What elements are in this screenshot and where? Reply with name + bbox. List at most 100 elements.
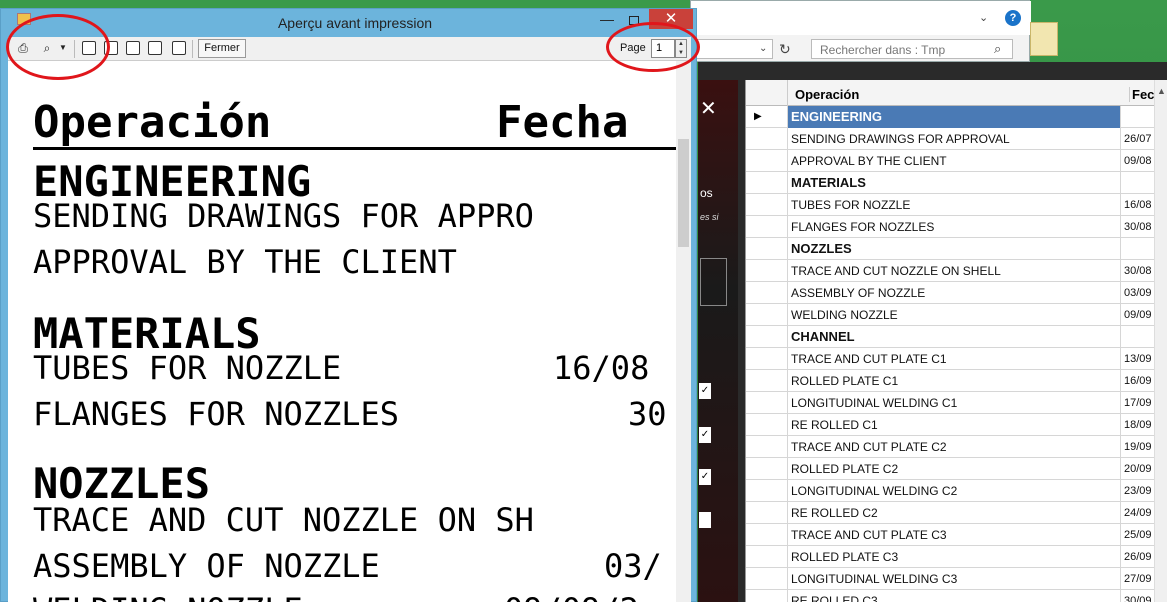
cell-operation[interactable]: NOZZLES [788, 238, 1121, 260]
table-row[interactable]: FLANGES FOR NOZZLES 30/08 [746, 216, 1154, 238]
row-selector[interactable]: ▶ [746, 106, 788, 128]
cell-operation[interactable]: RE ROLLED C3 [788, 590, 1121, 602]
table-row[interactable]: TUBES FOR NOZZLE 16/08 [746, 194, 1154, 216]
cell-date[interactable] [1121, 172, 1154, 194]
six-pages-icon[interactable] [172, 41, 186, 55]
table-row[interactable]: RE ROLLED C1 18/09 [746, 414, 1154, 436]
cell-date[interactable] [1121, 106, 1154, 128]
cell-date[interactable]: 27/09 [1121, 568, 1154, 590]
cell-operation[interactable]: ROLLED PLATE C3 [788, 546, 1121, 568]
checkbox[interactable]: ✓ [699, 469, 711, 485]
cell-operation[interactable]: SENDING DRAWINGS FOR APPROVAL [788, 128, 1121, 150]
cell-operation[interactable]: MATERIALS [788, 172, 1121, 194]
row-selector[interactable] [746, 238, 788, 260]
table-row[interactable]: ROLLED PLATE C3 26/09 [746, 546, 1154, 568]
table-row[interactable]: WELDING NOZZLE 09/09 [746, 304, 1154, 326]
cell-date[interactable]: 30/08 [1121, 260, 1154, 282]
table-row[interactable]: TRACE AND CUT PLATE C2 19/09 [746, 436, 1154, 458]
scroll-up-icon[interactable]: ▲ [1157, 86, 1166, 96]
cell-date[interactable] [1121, 326, 1154, 348]
checkbox[interactable] [699, 512, 711, 528]
checkbox[interactable]: ✓ [699, 383, 711, 399]
background-app-button[interactable] [700, 258, 727, 306]
cell-operation[interactable]: LONGITUDINAL WELDING C1 [788, 392, 1121, 414]
table-row[interactable]: ROLLED PLATE C2 20/09 [746, 458, 1154, 480]
search-icon[interactable]: ⌕ [994, 41, 1001, 57]
row-selector[interactable] [746, 216, 788, 238]
cell-date[interactable]: 13/09 [1121, 348, 1154, 370]
grid-group-row[interactable]: NOZZLES [746, 238, 1154, 260]
cell-date[interactable]: 25/09 [1121, 524, 1154, 546]
checkbox[interactable]: ✓ [699, 427, 711, 443]
cell-operation[interactable]: APPROVAL BY THE CLIENT [788, 150, 1121, 172]
row-selector[interactable] [746, 282, 788, 304]
table-row[interactable]: LONGITUDINAL WELDING C2 23/09 [746, 480, 1154, 502]
cell-date[interactable]: 17/09 [1121, 392, 1154, 414]
cell-operation[interactable]: TRACE AND CUT NOZZLE ON SHELL [788, 260, 1121, 282]
row-selector[interactable] [746, 128, 788, 150]
four-pages-icon[interactable] [148, 41, 162, 55]
row-selector[interactable] [746, 546, 788, 568]
cell-date[interactable]: 18/09 [1121, 414, 1154, 436]
table-row[interactable]: ASSEMBLY OF NOZZLE 03/09 [746, 282, 1154, 304]
operations-grid[interactable]: Operación Fec ▶ ENGINEERING SENDING DRAWIN… [745, 80, 1167, 602]
cell-date[interactable]: 09/09 [1121, 304, 1154, 326]
cell-date[interactable]: 24/09 [1121, 502, 1154, 524]
row-selector[interactable] [746, 150, 788, 172]
grid-group-row[interactable]: MATERIALS [746, 172, 1154, 194]
help-icon[interactable]: ? [1005, 10, 1021, 26]
row-selector[interactable] [746, 524, 788, 546]
three-pages-icon[interactable] [126, 41, 140, 55]
close-preview-button[interactable]: Fermer [198, 39, 246, 58]
row-selector[interactable] [746, 194, 788, 216]
row-selector[interactable] [746, 260, 788, 282]
table-row[interactable]: TRACE AND CUT NOZZLE ON SHELL 30/08 [746, 260, 1154, 282]
row-selector[interactable] [746, 590, 788, 602]
table-row[interactable]: ROLLED PLATE C1 16/09 [746, 370, 1154, 392]
cell-operation[interactable]: ASSEMBLY OF NOZZLE [788, 282, 1121, 304]
close-icon[interactable]: ✕ [700, 96, 717, 121]
table-row[interactable]: SENDING DRAWINGS FOR APPROVAL 26/07 [746, 128, 1154, 150]
row-selector-header[interactable] [746, 80, 788, 106]
column-header-date[interactable]: Fec [1129, 87, 1154, 102]
cell-operation[interactable]: TRACE AND CUT PLATE C1 [788, 348, 1121, 370]
table-row[interactable]: RE ROLLED C2 24/09 [746, 502, 1154, 524]
cell-operation[interactable]: TRACE AND CUT PLATE C2 [788, 436, 1121, 458]
table-row[interactable]: TRACE AND CUT PLATE C3 25/09 [746, 524, 1154, 546]
cell-date[interactable]: 19/09 [1121, 436, 1154, 458]
cell-operation[interactable]: TRACE AND CUT PLATE C3 [788, 524, 1121, 546]
cell-operation[interactable]: RE ROLLED C1 [788, 414, 1121, 436]
row-selector[interactable] [746, 370, 788, 392]
grid-group-row[interactable]: CHANNEL [746, 326, 1154, 348]
row-selector[interactable] [746, 304, 788, 326]
minimize-button[interactable]: — [597, 11, 617, 29]
scrollbar-thumb[interactable] [678, 139, 689, 247]
cell-operation[interactable]: WELDING NOZZLE [788, 304, 1121, 326]
row-selector[interactable] [746, 458, 788, 480]
address-dropdown-icon[interactable]: ⌄ [759, 43, 767, 54]
cell-date[interactable] [1121, 238, 1154, 260]
cell-operation[interactable]: LONGITUDINAL WELDING C2 [788, 480, 1121, 502]
row-selector[interactable] [746, 502, 788, 524]
cell-date[interactable]: 26/09 [1121, 546, 1154, 568]
table-row[interactable]: RE ROLLED C3 30/09 [746, 590, 1154, 602]
row-selector[interactable] [746, 392, 788, 414]
grid-group-row[interactable]: ▶ ENGINEERING [746, 106, 1154, 128]
cell-operation[interactable]: LONGITUDINAL WELDING C3 [788, 568, 1121, 590]
row-selector[interactable] [746, 172, 788, 194]
row-selector[interactable] [746, 326, 788, 348]
cell-operation[interactable]: RE ROLLED C2 [788, 502, 1121, 524]
grid-scrollbar[interactable]: ▲ [1154, 80, 1167, 602]
cell-date[interactable]: 23/09 [1121, 480, 1154, 502]
cell-date[interactable]: 20/09 [1121, 458, 1154, 480]
cell-operation[interactable]: FLANGES FOR NOZZLES [788, 216, 1121, 238]
table-row[interactable]: APPROVAL BY THE CLIENT 09/08 [746, 150, 1154, 172]
cell-operation[interactable]: ROLLED PLATE C1 [788, 370, 1121, 392]
cell-date[interactable]: 09/08 [1121, 150, 1154, 172]
cell-date[interactable]: 30/09 [1121, 590, 1154, 602]
table-row[interactable]: LONGITUDINAL WELDING C1 17/09 [746, 392, 1154, 414]
cell-date[interactable]: 26/07 [1121, 128, 1154, 150]
folder-icon[interactable] [1030, 22, 1058, 56]
cell-date[interactable]: 30/08 [1121, 216, 1154, 238]
cell-date[interactable]: 03/09 [1121, 282, 1154, 304]
